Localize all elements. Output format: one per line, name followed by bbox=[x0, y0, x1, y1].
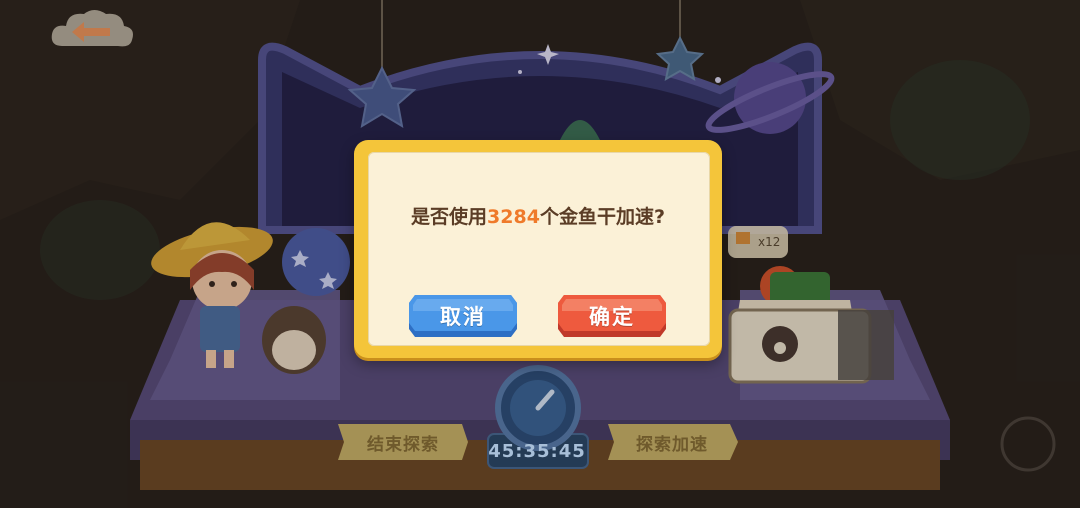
confirm-button[interactable]: 确定 bbox=[556, 293, 668, 339]
dialog-message: 是否使用3284个金鱼干加速? bbox=[354, 202, 722, 229]
message-prefix: 是否使用 bbox=[411, 206, 488, 228]
back-button[interactable] bbox=[48, 6, 136, 54]
confirm-label: 确定 bbox=[589, 305, 635, 329]
fish-amount: 3284 bbox=[487, 206, 540, 228]
end-explore-label: 结束探索 bbox=[367, 434, 439, 455]
message-suffix: 个金鱼干加速? bbox=[539, 206, 665, 228]
reward-badge-text: x12 bbox=[758, 235, 780, 249]
speed-up-button[interactable]: 探索加速 bbox=[608, 422, 736, 462]
cancel-label: 取消 bbox=[440, 305, 486, 329]
explore-timer: 45:35:45 bbox=[488, 440, 586, 462]
cancel-button[interactable]: 取消 bbox=[407, 293, 519, 339]
confirm-dialog: 是否使用3284个金鱼干加速? 取消 确定 bbox=[354, 140, 722, 358]
arrow-left-icon bbox=[51, 10, 133, 47]
speed-up-label: 探索加速 bbox=[636, 434, 708, 455]
end-explore-button[interactable]: 结束探索 bbox=[338, 422, 468, 462]
